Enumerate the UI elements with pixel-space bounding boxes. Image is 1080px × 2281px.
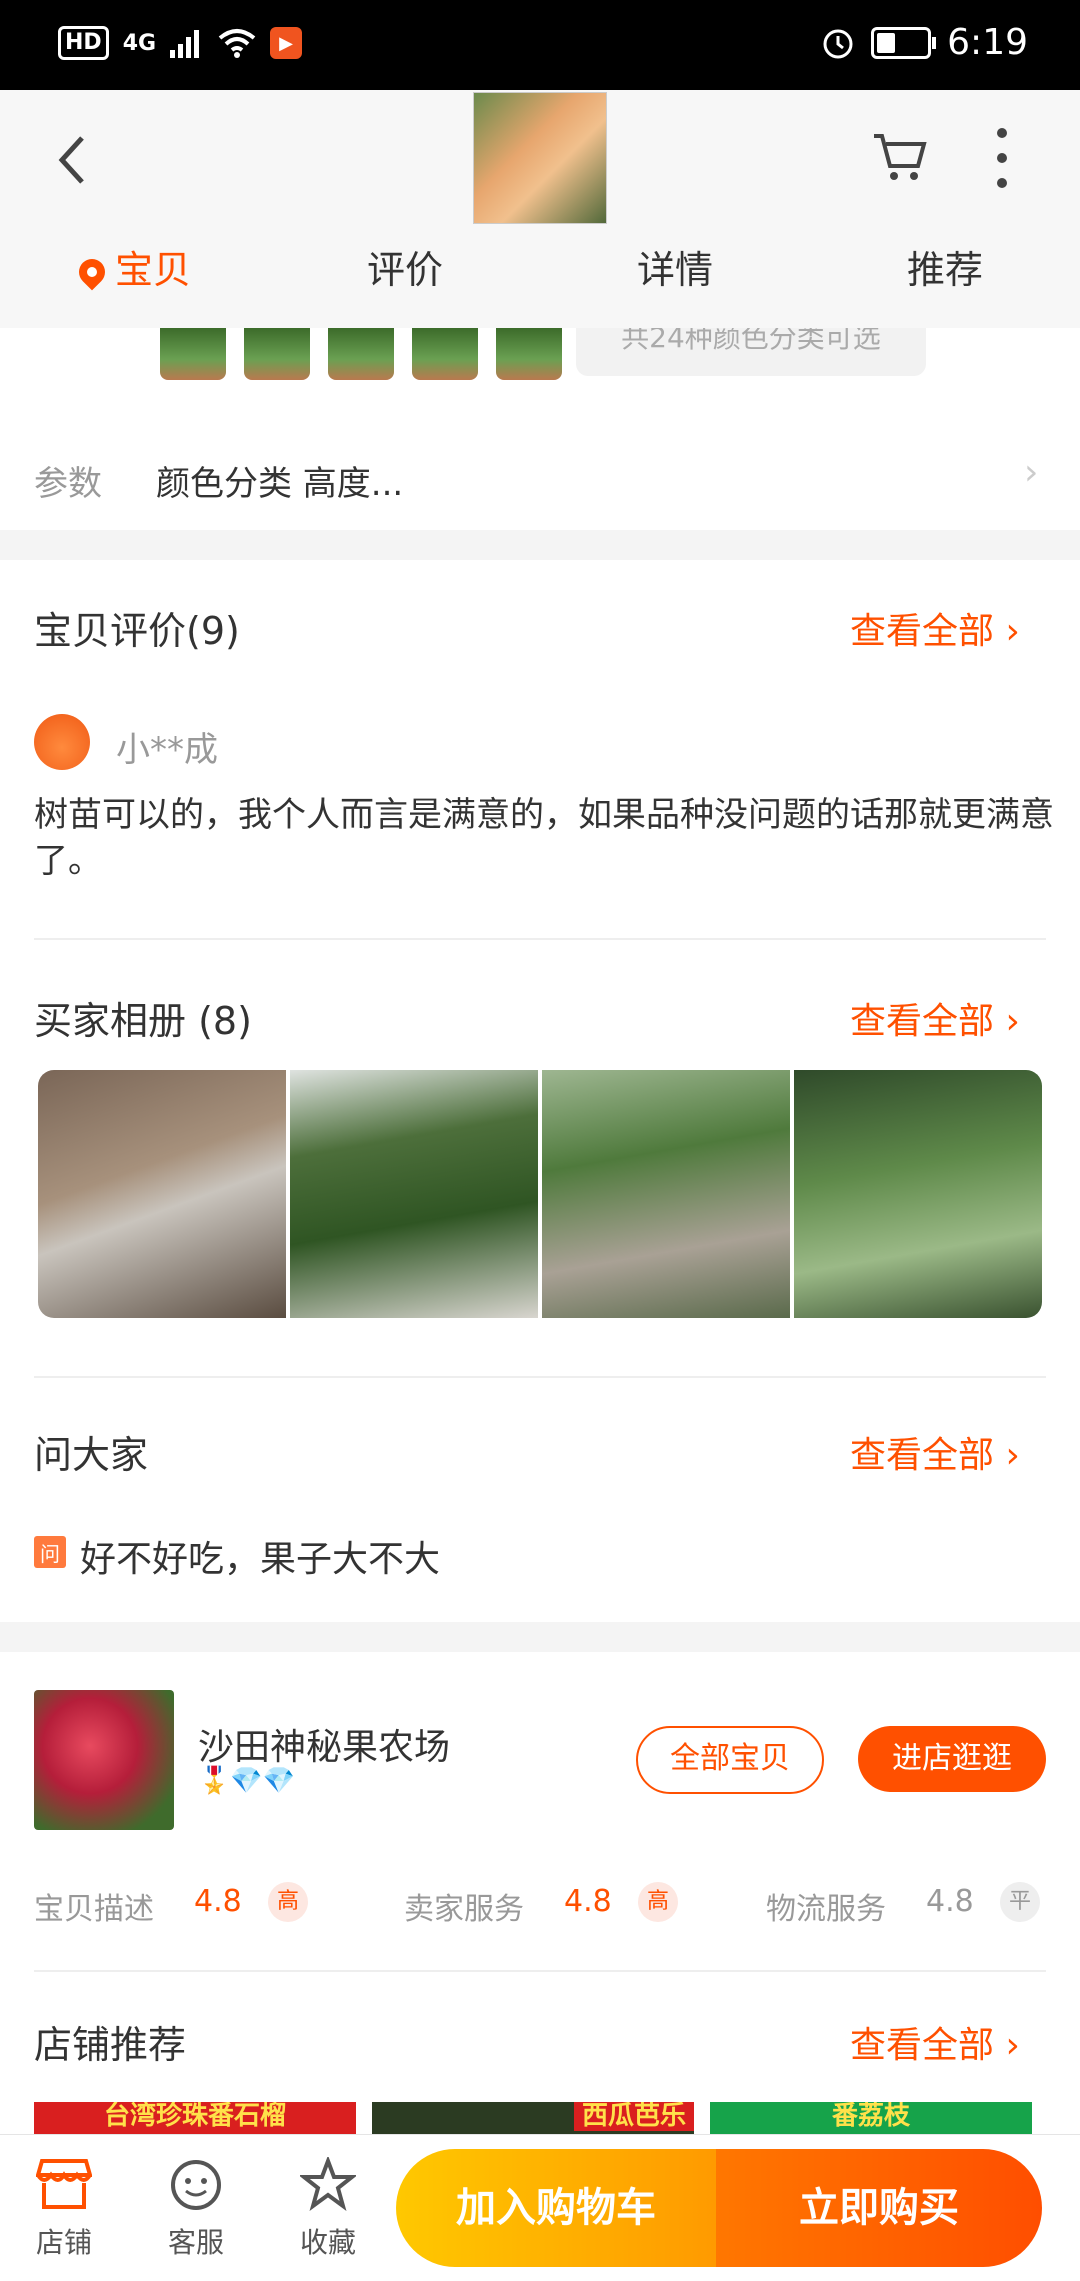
sku-swatch[interactable] [160,328,226,380]
avatar [34,714,90,770]
sku-swatch[interactable] [244,328,310,380]
tab-product[interactable]: 宝贝 [0,240,270,300]
hd-icon: HD [58,26,109,60]
reviews-see-all[interactable]: 查看全部 › [850,602,1020,654]
score-label: 宝贝描述 [34,1892,154,1927]
sku-section: 共24种颜色分类可选 参数 颜色分类 高度... › [0,328,1080,530]
favorite-label: 收藏 [299,2226,356,2259]
wifi-icon [218,29,256,58]
customer-service-label: 客服 [167,2226,224,2259]
network-type: 4G [122,30,157,56]
album-see-all[interactable]: 查看全部 › [850,992,1020,1044]
score-value: 4.8 [926,1884,974,1919]
shop-name[interactable]: 沙田神秘果农场 [198,1718,450,1770]
divider [34,1376,1046,1378]
shop-section: 沙田神秘果农场 🎖️💎💎 全部宝贝 进店逛逛 宝贝描述 4.8 高 卖家服务 4… [0,1652,1080,2146]
qa-title: 问大家 [34,1433,149,1477]
reviews-title: 宝贝评价(9) [34,609,240,653]
question-icon: 问 [34,1536,66,1568]
more-dot-icon [997,153,1007,163]
buyer-photo[interactable] [290,1070,538,1318]
chevron-right-icon: › [1005,1435,1020,1476]
album-title: 买家相册 (8) [34,999,252,1043]
more-dot-icon [997,178,1007,188]
question-text[interactable]: 好不好吃，果子大不大 [80,1530,440,1582]
tab-details[interactable]: 详情 [540,240,810,300]
chevron-right-icon[interactable]: › [1024,452,1038,493]
buyer-photo[interactable] [794,1070,1042,1318]
back-button[interactable] [52,130,92,205]
sku-swatch[interactable] [496,328,562,380]
star-icon [278,2153,378,2215]
chevron-right-icon: › [1005,2025,1020,2066]
score-tag: 高 [268,1882,308,1922]
buyer-photos [38,1070,1042,1318]
alarm-icon [823,29,853,58]
buyer-photo[interactable] [542,1070,790,1318]
shop-recs-title: 店铺推荐 [34,2023,187,2067]
more-button[interactable] [990,128,1014,188]
colors-note[interactable]: 共24种颜色分类可选 [576,328,926,376]
review-text: 树苗可以的，我个人而言是满意的，如果品种没问题的话那就更满意了。 [34,795,1054,881]
shop-nav-button[interactable]: 店铺 [14,2153,114,2261]
cart-icon [874,134,927,180]
score-tag: 平 [1000,1882,1040,1922]
shop-recs-see-all[interactable]: 查看全部 › [850,2016,1020,2068]
status-bar: HD 4G ▶ 6:19 [0,0,1080,90]
buyer-photo[interactable] [38,1070,286,1318]
status-left: HD 4G ▶ [58,26,303,60]
sku-swatch[interactable] [412,328,478,380]
params-label: 参数 [34,464,102,504]
score-tag: 高 [638,1882,678,1922]
reviews-section: 宝贝评价(9) 查看全部 › 小**成 树苗可以的，我个人而言是满意的，如果品种… [0,560,1080,1622]
params-value[interactable]: 颜色分类 高度... [156,456,403,505]
location-pin-icon [73,253,111,291]
score-value: 4.8 [194,1884,242,1919]
buy-now-button[interactable]: 立即购买 [716,2149,1042,2267]
qa-see-all[interactable]: 查看全部 › [850,1426,1020,1478]
sku-swatches [160,328,562,380]
product-header: 宝贝 评价 详情 推荐 [0,90,1080,328]
all-items-button[interactable]: 全部宝贝 [636,1726,824,1794]
status-right: 6:19 [821,22,1028,63]
tab-reviews[interactable]: 评价 [270,240,540,300]
cart-button[interactable] [870,126,930,186]
signal-icon [170,30,200,58]
chevron-right-icon: › [1005,611,1020,652]
favorite-button[interactable]: 收藏 [278,2153,378,2261]
back-arrow-icon [58,136,84,184]
shop-nav-label: 店铺 [35,2226,92,2259]
tab-recommend[interactable]: 推荐 [810,240,1080,300]
more-dot-icon [997,128,1007,138]
chevron-right-icon: › [1005,1001,1020,1042]
divider [34,1970,1046,1972]
shop-logo[interactable] [34,1690,174,1830]
customer-service-button[interactable]: 客服 [146,2153,246,2261]
reviewer-name: 小**成 [116,730,218,770]
score-label: 物流服务 [766,1892,886,1927]
score-value: 4.8 [564,1884,612,1919]
sku-swatch[interactable] [328,328,394,380]
score-label: 卖家服务 [404,1892,524,1927]
add-to-cart-button[interactable]: 加入购物车 [396,2149,716,2267]
battery-icon [871,26,937,59]
notification-app-icon: ▶ [270,27,303,59]
shop-icon [14,2153,114,2215]
shop-rank-icons: 🎖️💎💎 [198,1766,296,1796]
clock: 6:19 [947,22,1028,63]
divider [34,938,1046,940]
chat-icon [146,2153,246,2215]
section-tabs: 宝贝 评价 详情 推荐 [0,240,1080,300]
enter-shop-button[interactable]: 进店逛逛 [858,1726,1046,1792]
bottom-action-bar: 店铺 客服 收藏 加入购物车 立即购买 [0,2134,1080,2281]
product-thumbnail[interactable] [473,92,607,224]
